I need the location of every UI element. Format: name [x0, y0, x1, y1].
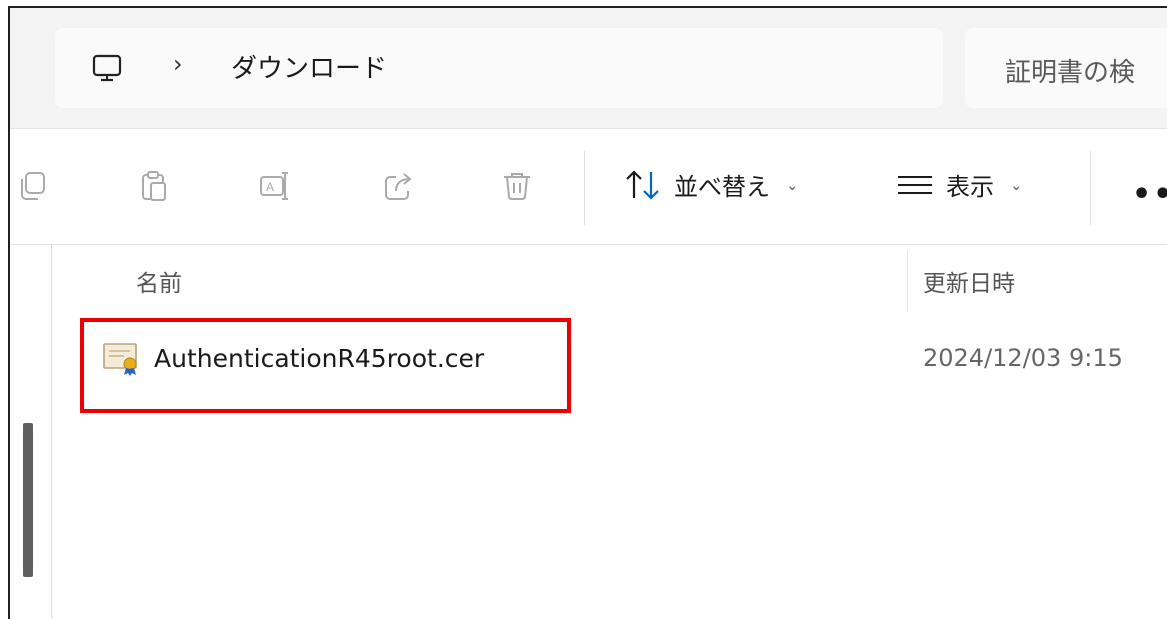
svg-text:A: A: [266, 180, 274, 194]
column-divider[interactable]: [907, 250, 908, 312]
explorer-window: › ダウンロード 証明書の検 A 並べ替え ⌄ 表示 ⌄ • 名前 更新日時 A…: [8, 6, 1167, 619]
breadcrumb-separator[interactable]: ›: [173, 50, 183, 78]
copy-icon[interactable]: [18, 169, 52, 203]
breadcrumb-current-folder[interactable]: ダウンロード: [231, 48, 387, 85]
view-button[interactable]: 表示 ⌄: [896, 167, 1023, 202]
delete-icon[interactable]: [500, 169, 534, 203]
toolbar-separator: [584, 151, 585, 225]
search-input[interactable]: 証明書の検: [1005, 52, 1135, 89]
navigation-pane[interactable]: [10, 245, 52, 619]
computer-icon[interactable]: [91, 52, 123, 84]
column-header-name[interactable]: 名前: [136, 264, 182, 298]
list-view-icon: [898, 175, 932, 194]
rename-icon[interactable]: A: [258, 169, 292, 203]
sort-icon: [626, 169, 659, 200]
toolbar-separator: [1090, 151, 1091, 225]
share-icon[interactable]: [382, 169, 416, 203]
more-options-button[interactable]: •••: [1132, 177, 1167, 212]
highlight-box: [80, 318, 571, 413]
chevron-down-icon: ⌄: [786, 175, 799, 194]
sort-button[interactable]: 並べ替え ⌄: [624, 167, 799, 202]
chevron-down-icon: ⌄: [1010, 175, 1023, 194]
view-label: 表示: [946, 173, 994, 201]
divider: [10, 244, 1167, 245]
address-region: › ダウンロード 証明書の検: [10, 8, 1167, 128]
address-bar[interactable]: › ダウンロード: [55, 28, 943, 108]
file-modified-date: 2024/12/03 9:15: [923, 344, 1123, 372]
column-header-modified[interactable]: 更新日時: [923, 264, 1015, 298]
sort-label: 並べ替え: [674, 173, 770, 201]
command-bar: A 並べ替え ⌄ 表示 ⌄ •: [10, 129, 1167, 244]
nav-scrollbar[interactable]: [23, 423, 33, 577]
paste-icon[interactable]: [138, 169, 172, 203]
search-box[interactable]: 証明書の検: [965, 28, 1167, 108]
